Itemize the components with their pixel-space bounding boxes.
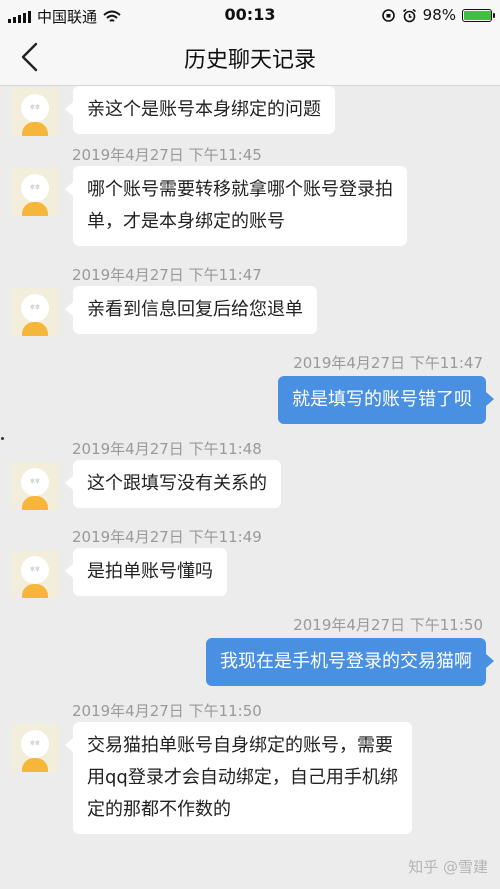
- status-bar: 中国联通 00:13 98%: [0, 0, 500, 30]
- message-timestamp: 2019年4月27日 下午11:47: [72, 266, 262, 284]
- message-text: 这个跟填写没有关系的: [87, 473, 267, 494]
- alarm-icon: [402, 8, 416, 22]
- message-timestamp: 2019年4月27日 下午11:45: [72, 146, 262, 164]
- message-text: 单，才是本身绑定的账号: [87, 211, 285, 232]
- watermark: 知乎 @雪建: [408, 858, 488, 876]
- message-bubble[interactable]: 这个跟填写没有关系的: [65, 460, 281, 508]
- message-text: 交易猫拍单账号自身绑定的账号，需要: [87, 735, 393, 756]
- rotation-lock-icon: [381, 8, 395, 22]
- message-text: 就是填写的账号错了呗: [292, 389, 472, 410]
- message-bubble[interactable]: 亲看到信息回复后给您退单: [65, 286, 317, 334]
- message-text: 我现在是手机号登录的交易猫啊: [220, 651, 472, 672]
- message-text: 亲这个是账号本身绑定的问题: [87, 99, 321, 120]
- message-timestamp: 2019年4月27日 下午11:48: [72, 440, 262, 458]
- message-bubble[interactable]: 我现在是手机号登录的交易猫啊: [206, 638, 494, 686]
- message-bubble[interactable]: 就是填写的账号错了呗: [278, 376, 494, 424]
- message-bubble[interactable]: 交易猫拍单账号自身绑定的账号，需要 用qq登录才会自动绑定，自己用手机绑 定的那…: [65, 722, 412, 834]
- message-text: 是拍单账号懂吗: [87, 561, 213, 582]
- nav-bar: 历史聊天记录: [0, 30, 500, 86]
- message-bubble[interactable]: 亲这个是账号本身绑定的问题: [65, 86, 335, 134]
- page-title: 历史聊天记录: [183, 48, 316, 73]
- battery-percent: 98%: [422, 6, 456, 24]
- message-timestamp: 2019年4月27日 下午11:50: [72, 702, 262, 720]
- chat-history[interactable]: 拿拿 亲这个是账号本身绑定的问题 2019年4月27日 下午11:45 拿拿 哪…: [0, 86, 500, 889]
- stray-dot: [1, 437, 4, 440]
- message-timestamp: 2019年4月27日 下午11:49: [72, 528, 262, 546]
- battery-icon: [462, 8, 495, 22]
- avatar[interactable]: 拿拿: [11, 288, 59, 336]
- avatar[interactable]: 拿拿: [11, 724, 59, 772]
- message-bubble[interactable]: 是拍单账号懂吗: [65, 548, 227, 596]
- message-bubble[interactable]: 哪个账号需要转移就拿哪个账号登录拍 单，才是本身绑定的账号: [65, 166, 407, 246]
- message-text: 哪个账号需要转移就拿哪个账号登录拍: [87, 179, 393, 200]
- message-text: 亲看到信息回复后给您退单: [87, 299, 303, 320]
- avatar[interactable]: 拿拿: [11, 88, 59, 136]
- avatar[interactable]: 拿拿: [11, 550, 59, 598]
- message-timestamp: 2019年4月27日 下午11:50: [293, 616, 483, 634]
- message-text: 用qq登录才会自动绑定，自己用手机绑: [87, 767, 398, 788]
- avatar[interactable]: 拿拿: [11, 168, 59, 216]
- message-text: 定的那都不作数的: [87, 799, 231, 820]
- message-timestamp: 2019年4月27日 下午11:47: [293, 354, 483, 372]
- avatar[interactable]: 拿拿: [11, 462, 59, 510]
